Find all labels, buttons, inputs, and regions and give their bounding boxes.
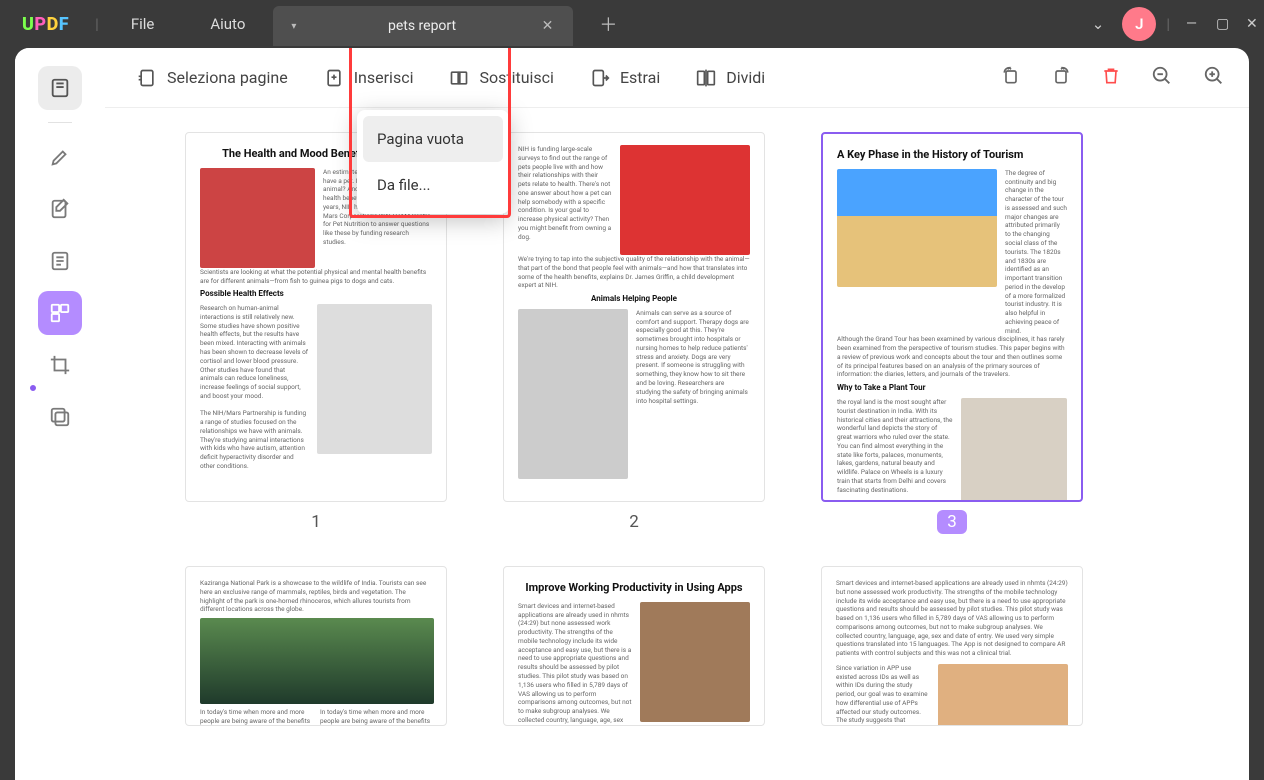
pages-grid: The Health and Mood Benefits of Pets An … [105, 108, 1249, 780]
user-avatar[interactable]: J [1122, 7, 1156, 41]
p2-image-cat [518, 309, 628, 479]
app-body: Seleziona pagine Inserisci Sostituisci E… [15, 48, 1249, 780]
sidebar-highlight-icon[interactable] [38, 135, 82, 179]
page-thumb-3[interactable]: A Key Phase in the History of Tourism Th… [821, 132, 1083, 502]
sidebar-compress-icon[interactable] [38, 395, 82, 439]
p3-title: A Key Phase in the History of Tourism [837, 148, 1067, 163]
page-thumb-6[interactable]: Smart devices and internet-based applica… [821, 566, 1083, 726]
extract-label: Estrai [620, 68, 660, 87]
sidebar-drag-handle[interactable] [28, 383, 38, 393]
maximize-icon[interactable]: ▢ [1204, 16, 1234, 32]
rotate-right-icon[interactable] [1045, 60, 1077, 96]
insert-from-file[interactable]: Da file... [363, 162, 503, 208]
p3-h2: Why to Take a Plant Tour [837, 383, 1067, 394]
select-pages-label: Seleziona pagine [167, 68, 288, 87]
p6-image-person [938, 664, 1068, 726]
p5-title: Improve Working Productivity in Using Ap… [518, 581, 750, 596]
p4-image-park [200, 618, 434, 704]
page-number-1: 1 [185, 502, 447, 558]
p1-image-dogs [317, 304, 432, 454]
tab-menu-icon[interactable]: ▾ [291, 21, 296, 32]
p2-h2: Animals Helping People [518, 294, 750, 305]
minimize-icon[interactable]: — [1174, 16, 1204, 32]
sidebar-crop-icon[interactable] [38, 343, 82, 387]
insert-dropdown: Pagina vuota Da file... [357, 110, 509, 214]
page-number-2: 2 [503, 502, 765, 558]
insert-blank-page[interactable]: Pagina vuota [363, 116, 503, 162]
insert-label: Inserisci [354, 68, 414, 87]
zoom-in-icon[interactable] [1197, 59, 1231, 97]
p5-image-office [640, 602, 750, 722]
app-logo: UPDF [0, 14, 91, 35]
left-sidebar [15, 48, 105, 780]
main-area: Seleziona pagine Inserisci Sostituisci E… [105, 48, 1249, 780]
replace-button[interactable]: Sostituisci [435, 60, 567, 96]
split-label: Dividi [726, 68, 765, 87]
dropdown-icon[interactable]: ⌄ [1080, 15, 1117, 33]
delete-icon[interactable] [1095, 60, 1127, 96]
p1-image-cat [200, 168, 315, 268]
p3-image-tower [961, 398, 1067, 502]
select-pages-button[interactable]: Seleziona pagine [123, 60, 302, 96]
organize-toolbar: Seleziona pagine Inserisci Sostituisci E… [105, 48, 1249, 108]
zoom-out-icon[interactable] [1145, 59, 1179, 97]
insert-button[interactable]: Inserisci [310, 60, 428, 96]
p3-image-city [837, 169, 997, 287]
page-number-3: 3 [821, 502, 1083, 558]
titlebar: UPDF | File Aiuto ▾ pets report ✕ ＋ ⌄ J … [0, 0, 1264, 48]
tab-title: pets report [342, 18, 501, 34]
sidebar-organize-icon[interactable] [38, 291, 82, 335]
page-thumb-4[interactable]: Kaziranga National Park is a showcase to… [185, 566, 447, 726]
replace-label: Sostituisci [479, 68, 553, 87]
p2-image-dog [620, 145, 750, 255]
close-window-icon[interactable]: ✕ [1234, 16, 1264, 32]
tab-close-icon[interactable]: ✕ [542, 18, 554, 34]
split-button[interactable]: Dividi [682, 60, 779, 96]
page-thumb-2[interactable]: NIH is funding large-scale surveys to fi… [503, 132, 765, 502]
page-thumb-5[interactable]: Improve Working Productivity in Using Ap… [503, 566, 765, 726]
extract-button[interactable]: Estrai [576, 60, 674, 96]
menu-file[interactable]: File [103, 15, 183, 33]
rotate-left-icon[interactable] [995, 60, 1027, 96]
sidebar-reader-icon[interactable] [38, 66, 82, 110]
new-tab-button[interactable]: ＋ [573, 11, 643, 37]
sidebar-form-icon[interactable] [38, 239, 82, 283]
sidebar-edit-icon[interactable] [38, 187, 82, 231]
document-tab[interactable]: ▾ pets report ✕ [273, 6, 573, 46]
p1-h2: Possible Health Effects [200, 289, 432, 300]
menu-help[interactable]: Aiuto [182, 15, 273, 33]
